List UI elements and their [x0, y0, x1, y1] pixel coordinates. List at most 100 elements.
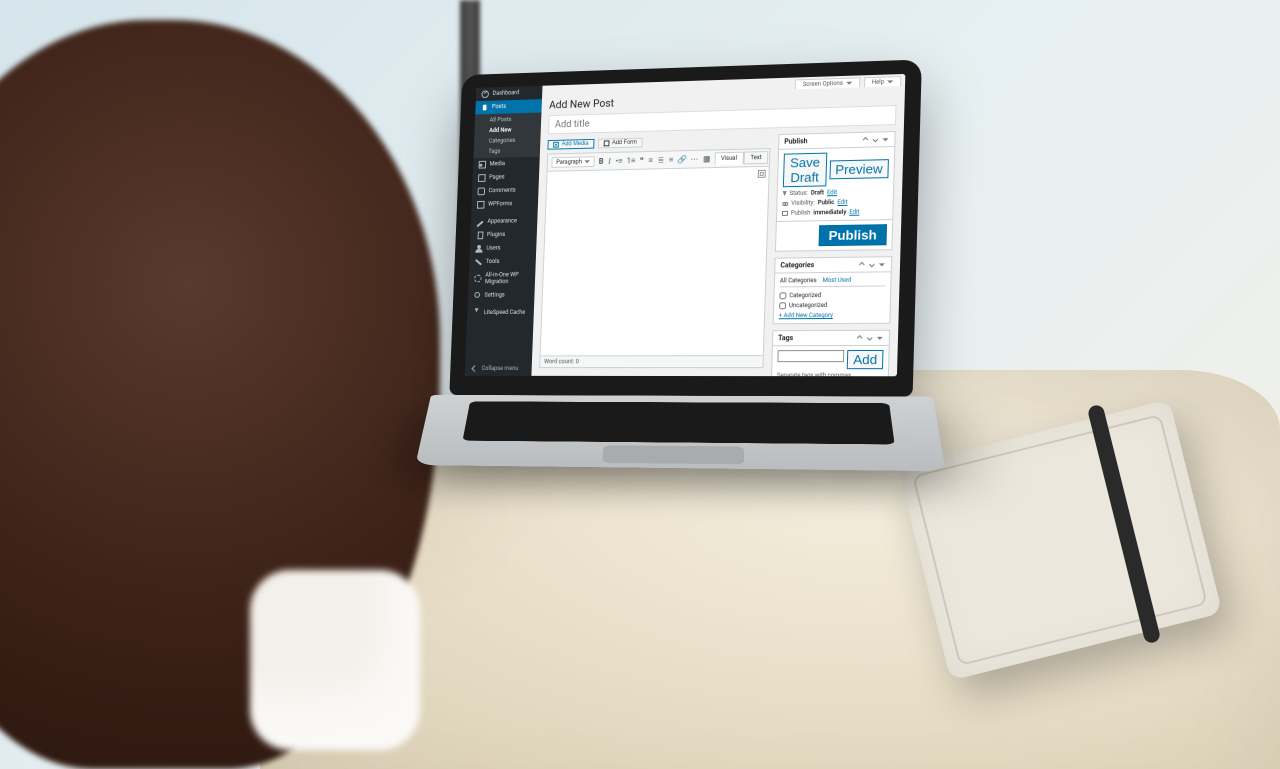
publish-metabox: Publish Save Draft Preview: [775, 131, 896, 252]
sidebar-label-litespeed: LiteSpeed Cache: [484, 309, 526, 316]
metabox-move-down[interactable]: [868, 260, 876, 268]
toolbar-bullet-list[interactable]: •≡: [614, 156, 623, 166]
save-draft-button[interactable]: Save Draft: [783, 153, 827, 188]
sidebar-item-settings[interactable]: Settings: [468, 288, 535, 302]
chevron-down-icon: [846, 82, 852, 85]
chevron-down-icon: [887, 80, 893, 83]
category-checkbox-uncategorized[interactable]: [779, 302, 786, 309]
sidebar-item-litespeed[interactable]: LiteSpeed Cache: [467, 305, 534, 319]
publish-title: Publish: [784, 137, 807, 145]
category-checkbox-categorized[interactable]: [779, 292, 786, 299]
comments-icon: [477, 188, 485, 196]
toolbar-more[interactable]: ⋯: [689, 154, 699, 164]
sidebar-label-tools: Tools: [486, 259, 500, 266]
add-media-button[interactable]: Add Media: [547, 139, 594, 150]
sidebar-item-comments[interactable]: Comments: [472, 184, 539, 199]
fullscreen-toggle[interactable]: [758, 170, 766, 178]
editor-status-bar: Word count: 0: [540, 355, 763, 367]
publish-schedule-row: Publish immediately Edit: [782, 208, 888, 217]
format-dropdown-label: Paragraph: [556, 158, 582, 165]
appearance-icon: [476, 218, 484, 226]
migration-icon: [474, 275, 482, 283]
plugins-icon: [476, 232, 484, 240]
laptop-screen-bezel: Dashboard Posts All Posts Add New Catego…: [449, 59, 922, 396]
preview-button[interactable]: Preview: [829, 159, 889, 179]
editor-area: Word count: 0: [539, 166, 770, 368]
publish-visibility-row: Visibility: Public Edit: [782, 198, 888, 207]
tags-metabox: Tags Add: [770, 330, 890, 377]
sidebar-item-appearance[interactable]: Appearance: [471, 214, 538, 229]
toolbar-align-center[interactable]: ≣: [657, 155, 666, 165]
users-icon: [475, 245, 483, 253]
categories-tab-most-used[interactable]: Most Used: [823, 277, 852, 284]
help-label: Help: [872, 79, 884, 86]
publish-button[interactable]: Publish: [818, 224, 887, 246]
editor-tab-visual[interactable]: Visual: [714, 152, 744, 165]
toolbar-italic[interactable]: I: [607, 156, 612, 166]
metabox-move-up[interactable]: [861, 136, 869, 144]
screen-options-label: Screen Options: [803, 80, 843, 88]
toolbar-quote[interactable]: ❝: [638, 156, 644, 166]
sidebar-label-media: Media: [490, 161, 505, 168]
sidebar-item-plugins[interactable]: Plugins: [470, 228, 537, 242]
sidebar-label-plugins: Plugins: [487, 232, 505, 239]
editor-tab-text[interactable]: Text: [743, 151, 768, 164]
visibility-edit-link[interactable]: Edit: [837, 199, 847, 206]
sidebar-subitem-tags[interactable]: Tags: [474, 145, 541, 157]
status-label: Status:: [789, 190, 808, 197]
metabox-toggle[interactable]: [881, 135, 889, 143]
sidebar-collapse-toggle[interactable]: Collapse menu: [465, 360, 532, 376]
sidebar-item-users[interactable]: Users: [470, 241, 537, 255]
category-item-categorized[interactable]: Categorized: [779, 291, 885, 299]
metabox-move-down[interactable]: [871, 135, 879, 143]
metabox-move-down[interactable]: [866, 334, 874, 342]
metabox-toggle[interactable]: [878, 260, 886, 268]
add-media-label: Add Media: [561, 141, 588, 147]
sidebar-submenu-posts: All Posts Add New Categories Tags: [473, 113, 541, 159]
editor-body[interactable]: [541, 167, 769, 356]
format-dropdown[interactable]: Paragraph: [551, 156, 595, 168]
sidebar-label-dashboard: Dashboard: [492, 90, 519, 98]
toolbar-number-list[interactable]: 1≡: [626, 156, 636, 166]
laptop-keyboard: [415, 395, 945, 471]
camera-icon: [553, 142, 559, 148]
schedule-edit-link[interactable]: Edit: [849, 209, 859, 216]
form-icon: [603, 140, 609, 146]
tags-input[interactable]: [777, 350, 844, 362]
pages-icon: [478, 174, 486, 182]
metabox-toggle[interactable]: [876, 334, 884, 342]
pushpin-icon: [481, 104, 489, 112]
metabox-column: Publish Save Draft Preview: [771, 131, 895, 368]
metabox-move-up[interactable]: [856, 334, 864, 342]
sidebar-item-migration[interactable]: All-in-One WP Migration: [468, 268, 535, 288]
tools-icon: [475, 258, 483, 266]
tags-hint: Separate tags with commas: [777, 372, 883, 376]
toolbar-align-right[interactable]: ≡: [668, 155, 675, 165]
post-title-placeholder: Add title: [555, 118, 590, 130]
add-new-category-link[interactable]: + Add New Category: [779, 312, 885, 320]
schedule-label: Publish: [791, 209, 811, 216]
settings-icon: [473, 291, 481, 299]
status-value: Draft: [811, 189, 824, 196]
sidebar-item-tools[interactable]: Tools: [469, 255, 536, 269]
tags-add-button[interactable]: Add: [847, 350, 883, 369]
visibility-icon: [782, 201, 788, 205]
calendar-icon: [782, 211, 788, 216]
categories-tab-all[interactable]: All Categories: [780, 277, 817, 284]
toolbar-link[interactable]: 🔗: [677, 155, 687, 165]
add-form-button[interactable]: Add Form: [598, 138, 643, 149]
toolbar-bold[interactable]: B: [598, 156, 605, 166]
sidebar-label-posts: Posts: [492, 103, 506, 110]
sidebar-item-pages[interactable]: Pages: [472, 170, 539, 185]
laptop: Dashboard Posts All Posts Add New Catego…: [442, 59, 942, 586]
sidebar-label-settings: Settings: [484, 292, 504, 299]
toolbar-align-left[interactable]: ≡: [647, 155, 654, 165]
toolbar-toggle[interactable]: ▦: [702, 154, 712, 164]
metabox-move-up[interactable]: [858, 261, 866, 269]
sidebar-label-wpforms: WPForms: [488, 201, 512, 208]
sidebar-item-wpforms[interactable]: WPForms: [471, 197, 538, 212]
admin-sidebar: Dashboard Posts All Posts Add New Catego…: [465, 86, 543, 376]
category-item-uncategorized[interactable]: Uncategorized: [779, 302, 885, 310]
status-edit-link[interactable]: Edit: [827, 189, 837, 196]
add-form-label: Add Form: [612, 140, 637, 146]
